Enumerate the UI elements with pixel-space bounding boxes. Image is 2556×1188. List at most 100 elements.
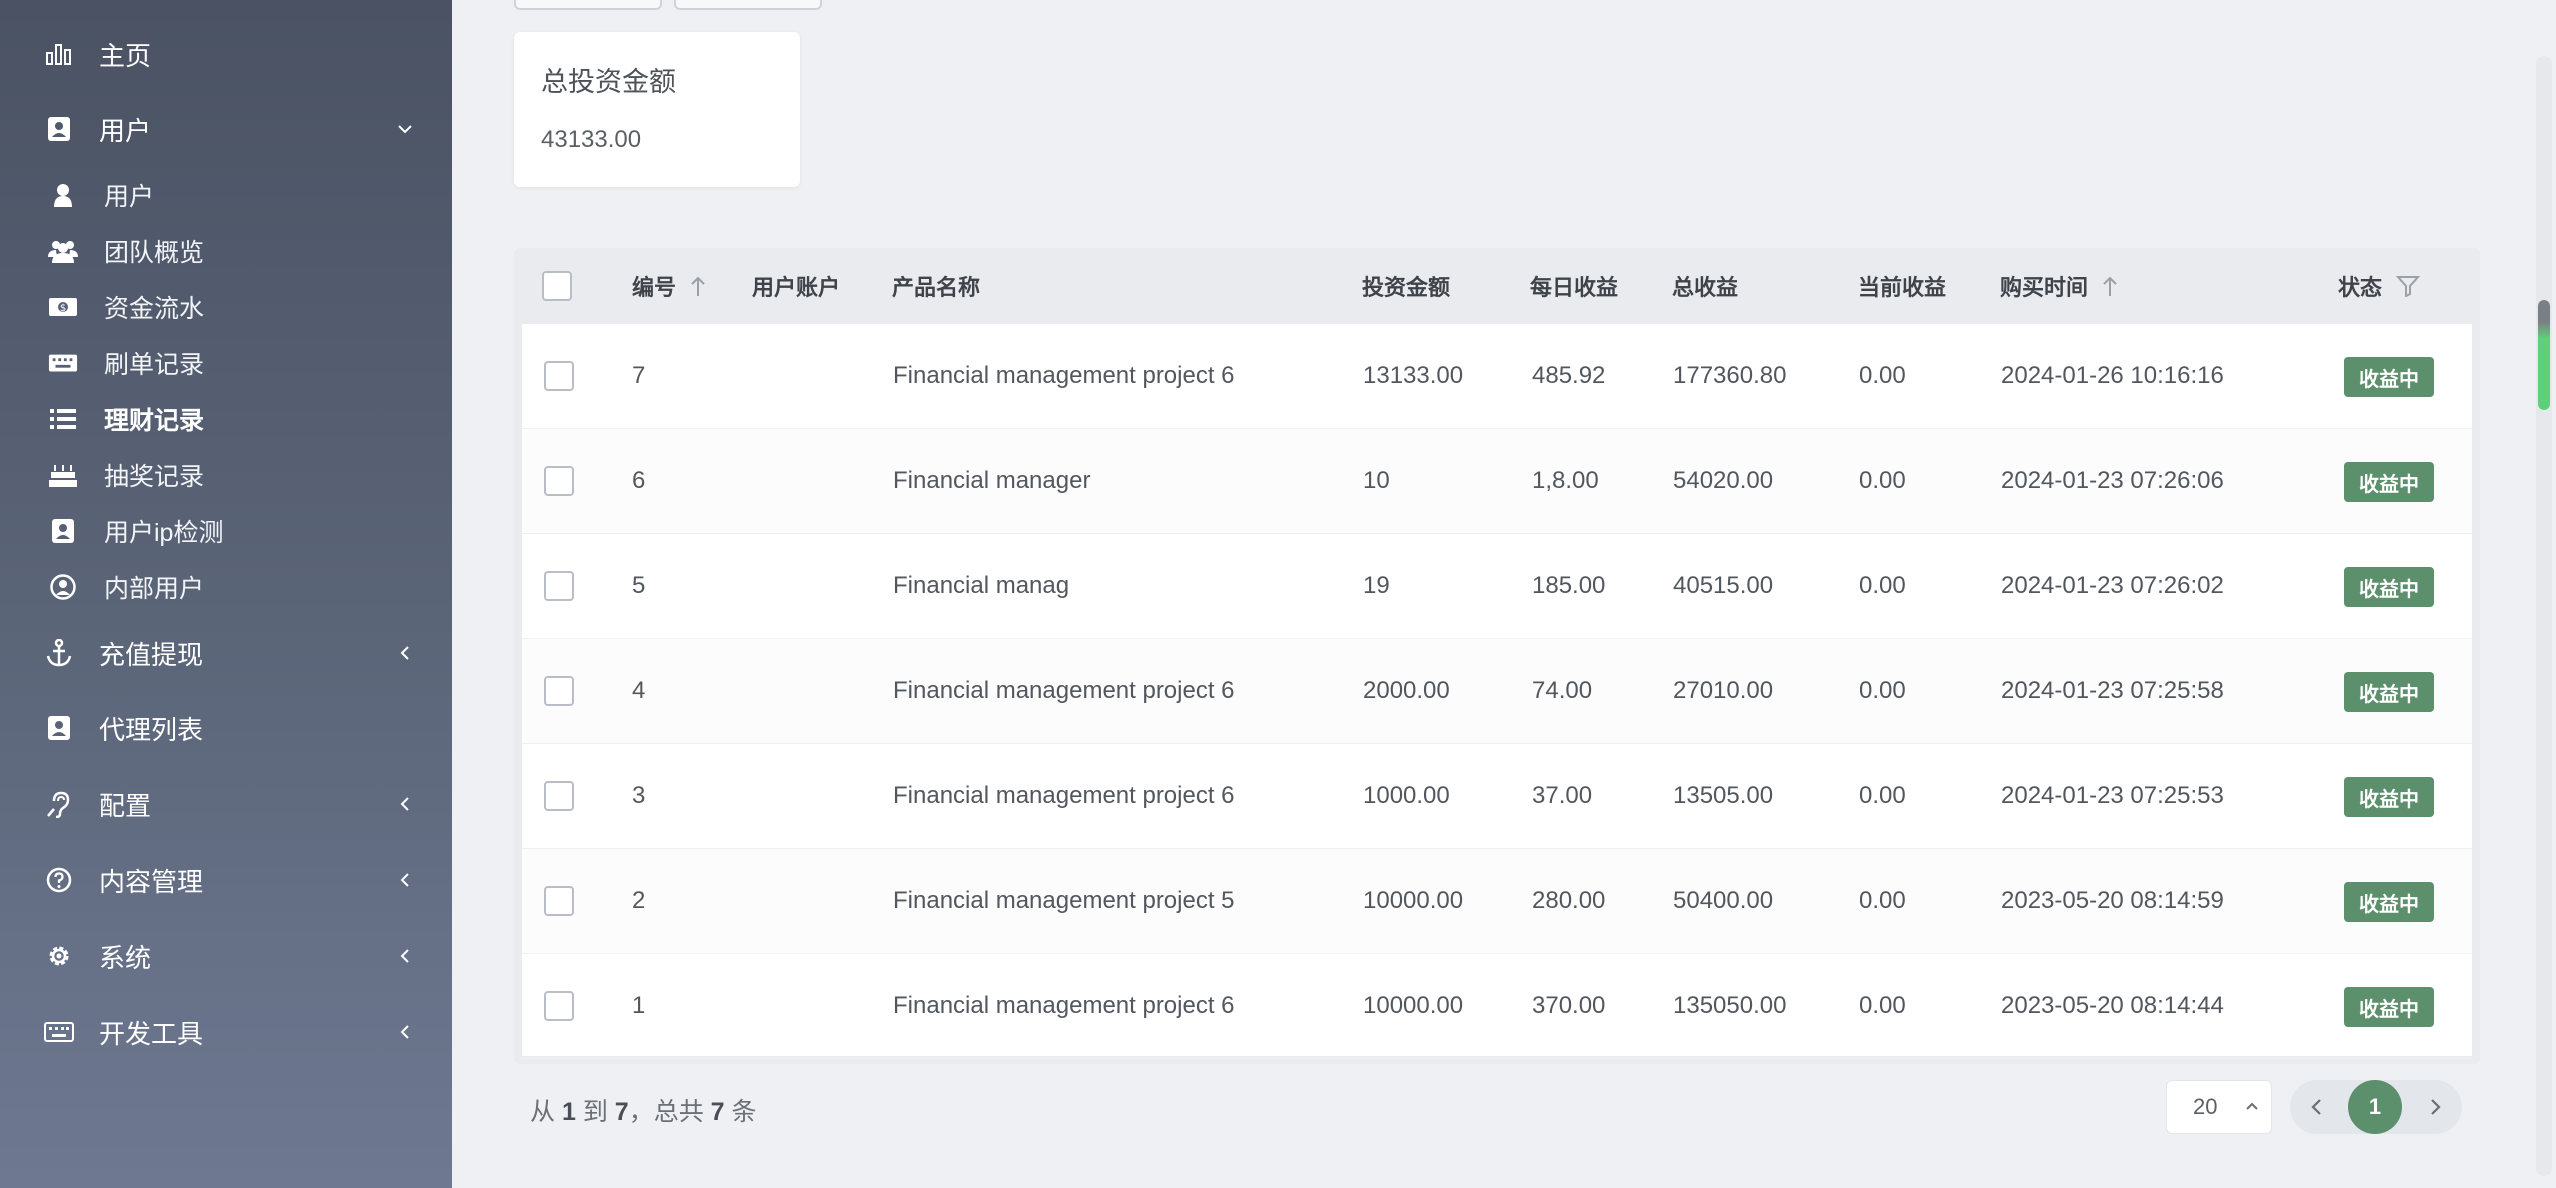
- cell-time: 2023-05-20 08:14:44: [2001, 992, 2224, 1019]
- contact-card-icon: [44, 114, 74, 144]
- sidebar-item-label: 抽奖记录: [104, 463, 205, 491]
- pagination-summary: 从 1 到 7，总共 7 条: [530, 1092, 757, 1128]
- table-row[interactable]: 5 Financial manag 19 185.00 40515.00 0.0…: [522, 534, 2472, 639]
- bar-chart-icon: [44, 39, 74, 69]
- chevron-left-icon: [394, 945, 416, 967]
- sidebar-item-fund-flow[interactable]: $ 资金流水: [0, 282, 452, 332]
- table-row[interactable]: 7 Financial management project 6 13133.0…: [522, 324, 2472, 429]
- column-header-current: 当前收益: [1858, 275, 1947, 300]
- pagination: 1: [2290, 1080, 2462, 1134]
- sidebar-item-finance-records[interactable]: 理财记录: [0, 394, 452, 444]
- cell-product: Financial management project 6: [893, 677, 1235, 704]
- birthday-cake-icon: [48, 460, 78, 490]
- column-header-label: 购买时间: [2000, 275, 2089, 300]
- scrollbar-thumb[interactable]: [2538, 300, 2550, 410]
- select-all-checkbox[interactable]: [542, 271, 572, 301]
- table-row[interactable]: 6 Financial manager 10 1,8.00 54020.00 0…: [522, 429, 2472, 534]
- page-button-current[interactable]: 1: [2348, 1080, 2402, 1134]
- status-badge: 收益中: [2344, 462, 2434, 502]
- users-group-icon: [48, 236, 78, 266]
- sidebar-item-label: 用户: [104, 183, 155, 211]
- total-investment-title: 总投资金额: [541, 67, 676, 97]
- sort-ascending-icon[interactable]: [690, 275, 706, 297]
- user-circle-icon: [48, 572, 78, 602]
- summary-to: 7: [614, 1098, 629, 1126]
- row-checkbox[interactable]: [544, 676, 574, 706]
- summary-to-label: 到: [582, 1098, 608, 1126]
- total-investment-value: 43133.00: [541, 126, 642, 153]
- keyboard-icon: [44, 1017, 74, 1047]
- cell-id: 3: [632, 782, 646, 809]
- filter-icon[interactable]: [2396, 275, 2421, 297]
- chevron-left-icon[interactable]: [2310, 1096, 2324, 1123]
- nav-home-label: 主页: [99, 40, 152, 71]
- chevron-right-icon[interactable]: [2428, 1096, 2442, 1123]
- cell-amount: 13133.00: [1363, 362, 1464, 389]
- row-checkbox[interactable]: [544, 886, 574, 916]
- cell-total: 27010.00: [1673, 677, 1774, 704]
- sidebar-item-internal-users[interactable]: 内部用户: [0, 562, 452, 612]
- row-checkbox[interactable]: [544, 466, 574, 496]
- chevron-left-icon: [394, 1021, 416, 1043]
- cell-total: 50400.00: [1673, 887, 1774, 914]
- cell-product: Financial manag: [893, 572, 1070, 599]
- cell-current: 0.00: [1859, 887, 1906, 914]
- cell-amount: 10: [1363, 467, 1390, 494]
- sidebar: 主页 用户 用户 团队概览 $ 资金流水 刷单记录 理财记录 抽奖记录 用户ip…: [0, 0, 452, 1188]
- summary-from-label: 从: [530, 1098, 556, 1126]
- cell-amount: 10000.00: [1363, 887, 1464, 914]
- sidebar-item-users[interactable]: 用户: [0, 170, 452, 220]
- column-header-account: 用户账户: [752, 275, 841, 300]
- table-row[interactable]: 1 Financial management project 6 10000.0…: [522, 954, 2472, 1059]
- chevron-left-icon: [394, 793, 416, 815]
- table-row[interactable]: 4 Financial management project 6 2000.00…: [522, 639, 2472, 744]
- column-header-time[interactable]: 购买时间: [2000, 270, 2118, 302]
- cell-amount: 10000.00: [1363, 992, 1464, 1019]
- cell-daily: 37.00: [1532, 782, 1593, 809]
- column-header-id[interactable]: 编号: [632, 270, 706, 302]
- nav-agent-list[interactable]: 代理列表: [0, 700, 452, 756]
- vertical-scrollbar[interactable]: [2536, 56, 2552, 1176]
- sidebar-item-order-records[interactable]: 刷单记录: [0, 338, 452, 388]
- table-row[interactable]: 3 Financial management project 6 1000.00…: [522, 744, 2472, 849]
- nav-dev-tools[interactable]: 开发工具: [0, 1004, 452, 1060]
- sidebar-item-team-overview[interactable]: 团队概览: [0, 226, 452, 276]
- nav-recharge-withdraw[interactable]: 充值提现: [0, 625, 452, 681]
- question-circle-icon: [44, 865, 74, 895]
- row-checkbox[interactable]: [544, 361, 574, 391]
- status-badge: 收益中: [2344, 672, 2434, 712]
- summary-total: 7: [710, 1098, 725, 1126]
- nav-users-group[interactable]: 用户: [0, 101, 452, 157]
- cell-time: 2024-01-23 07:25:53: [2001, 782, 2224, 809]
- toolbar-button[interactable]: [514, 0, 662, 10]
- cell-amount: 1000.00: [1363, 782, 1450, 809]
- cell-total: 135050.00: [1673, 992, 1787, 1019]
- sidebar-item-ip-check[interactable]: 用户ip检测: [0, 506, 452, 556]
- sidebar-item-lottery-records[interactable]: 抽奖记录: [0, 450, 452, 500]
- list-icon: [48, 404, 78, 434]
- summary-unit: 条: [731, 1098, 757, 1126]
- cell-current: 0.00: [1859, 362, 1906, 389]
- row-checkbox[interactable]: [544, 781, 574, 811]
- page-size-select[interactable]: 20: [2166, 1080, 2272, 1134]
- column-header-total: 总收益: [1672, 275, 1739, 300]
- sort-ascending-icon[interactable]: [2102, 275, 2118, 297]
- row-checkbox[interactable]: [544, 571, 574, 601]
- nav-agents-label: 代理列表: [99, 714, 204, 745]
- nav-content-management[interactable]: 内容管理: [0, 852, 452, 908]
- column-header-label: 状态: [2338, 275, 2383, 300]
- toolbar-button[interactable]: [674, 0, 822, 10]
- column-header-status[interactable]: 状态: [2338, 270, 2421, 302]
- cell-daily: 370.00: [1532, 992, 1606, 1019]
- nav-config[interactable]: 配置: [0, 776, 452, 832]
- sidebar-item-label: 内部用户: [104, 575, 205, 603]
- nav-system[interactable]: 系统: [0, 928, 452, 984]
- table-row[interactable]: 2 Financial management project 5 10000.0…: [522, 849, 2472, 954]
- gear-icon: [44, 941, 74, 971]
- row-checkbox[interactable]: [544, 991, 574, 1021]
- hearing-icon: [44, 789, 74, 819]
- cell-total: 177360.80: [1673, 362, 1787, 389]
- nav-home[interactable]: 主页: [0, 26, 452, 82]
- status-badge: 收益中: [2344, 987, 2434, 1027]
- cell-daily: 1,8.00: [1532, 467, 1599, 494]
